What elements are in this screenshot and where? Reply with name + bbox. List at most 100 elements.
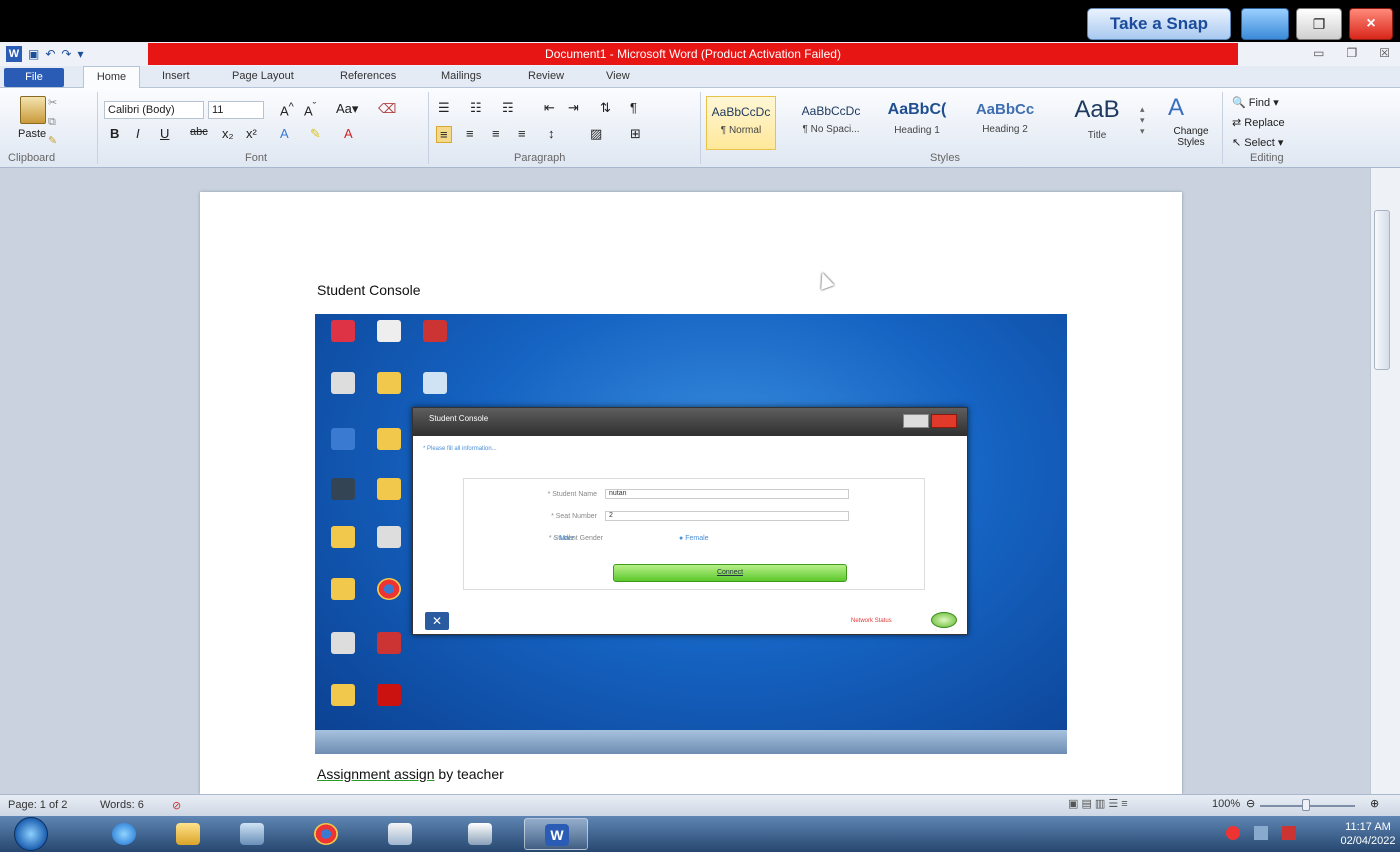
student-console-dialog[interactable]: Student Console * Please fill all inform… [412, 407, 968, 635]
sort-icon[interactable]: ⇅ [600, 100, 611, 116]
clear-formatting-icon[interactable]: ⌫ [378, 101, 396, 117]
word-restore-icon[interactable]: ❐ [1346, 46, 1357, 60]
word-minimize-icon[interactable]: ▭ [1313, 46, 1324, 60]
tab-file[interactable]: File [4, 68, 64, 87]
change-styles-icon[interactable]: A [1168, 94, 1184, 122]
paste-icon[interactable] [20, 96, 46, 124]
bullets-icon[interactable]: ☰ [438, 100, 450, 116]
start-button-icon[interactable] [14, 817, 48, 851]
paste-button[interactable]: Paste [18, 128, 46, 140]
student-name-input[interactable]: nutan [605, 489, 849, 499]
taskbar-clock[interactable]: 11:17 AM 02/04/2022 [1340, 820, 1396, 848]
change-case-icon[interactable]: Aa▾ [336, 101, 358, 117]
taskbar-chrome[interactable] [294, 818, 358, 850]
document-body-line[interactable]: Assignment assign by teacher [317, 766, 504, 782]
select-button[interactable]: ↖ Select ▾ [1232, 136, 1283, 149]
text-effects-icon[interactable]: A [280, 126, 289, 141]
taskbar-explorer[interactable] [156, 818, 220, 850]
tab-page-layout[interactable]: Page Layout [232, 70, 294, 82]
line-spacing-icon[interactable]: ↕ [548, 126, 555, 141]
ribbon-separator [428, 92, 429, 164]
clock-time: 11:17 AM [1345, 821, 1391, 833]
replace-button[interactable]: ⇄ Replace [1232, 116, 1285, 129]
network-icon[interactable] [1254, 826, 1268, 840]
graduate-icon [468, 823, 492, 845]
style-heading-2[interactable]: AaBbCc Heading 2 [970, 96, 1040, 150]
bold-icon[interactable]: B [110, 126, 119, 141]
borders-icon[interactable]: ⊞ [630, 126, 641, 142]
tab-review[interactable]: Review [528, 70, 564, 82]
tab-insert[interactable]: Insert [162, 70, 190, 82]
document-heading[interactable]: Student Console [317, 282, 421, 298]
align-center-icon[interactable]: ≡ [466, 126, 474, 141]
tab-references[interactable]: References [340, 70, 396, 82]
show-formatting-icon[interactable]: ¶ [630, 100, 637, 115]
zoom-slider-knob[interactable] [1302, 799, 1310, 811]
taskbar-ie[interactable] [92, 818, 156, 850]
take-snap-button[interactable]: Take a Snap [1087, 8, 1231, 40]
taskbar-student-app[interactable] [448, 818, 512, 850]
taskbar-word[interactable]: W [524, 818, 588, 850]
shading-icon[interactable]: ▨ [590, 126, 602, 142]
word-close-icon[interactable]: ☒ [1379, 46, 1390, 60]
taskbar-app[interactable] [368, 818, 432, 850]
vertical-scrollbar-thumb[interactable] [1374, 210, 1390, 370]
volume-icon[interactable] [1282, 826, 1296, 840]
tab-mailings[interactable]: Mailings [441, 70, 481, 82]
font-family-combo[interactable]: Calibri (Body) [104, 101, 204, 119]
font-color-icon[interactable]: A [344, 126, 353, 141]
increase-indent-icon[interactable]: ⇥ [568, 100, 579, 116]
shrink-font-icon[interactable]: Aˇ [304, 101, 316, 118]
zoom-level[interactable]: 100% [1212, 798, 1240, 810]
style-title[interactable]: AaB Title [1062, 96, 1132, 150]
gender-female-radio[interactable]: ● Female [679, 535, 709, 542]
highlight-icon[interactable]: ✎ [310, 126, 321, 142]
console-minimize-button[interactable] [903, 414, 929, 428]
cut-icon[interactable]: ✂ [48, 96, 57, 109]
tab-view[interactable]: View [606, 70, 630, 82]
proofing-icon[interactable]: ⊘ [172, 799, 181, 812]
tab-home[interactable]: Home [83, 66, 140, 89]
style-normal[interactable]: AaBbCcDc ¶ Normal [706, 96, 776, 150]
zoom-out-icon[interactable]: ⊖ [1246, 797, 1255, 810]
console-close-button[interactable] [931, 414, 957, 428]
style-no-spacing[interactable]: AaBbCcDc ¶ No Spaci... [796, 96, 866, 150]
connect-button[interactable]: Connect [613, 564, 847, 582]
undo-icon[interactable]: ↶ [45, 47, 55, 61]
overlay-restore-button[interactable]: ❐ [1296, 8, 1342, 40]
underline-icon[interactable]: U [160, 126, 169, 141]
numbering-icon[interactable]: ☷ [470, 100, 482, 116]
subscript-icon[interactable]: x₂ [222, 126, 234, 141]
style-heading-1[interactable]: AaBbC( Heading 1 [882, 96, 952, 150]
save-icon[interactable]: ▣ [28, 47, 39, 61]
multilevel-list-icon[interactable]: ☶ [502, 100, 514, 116]
seat-number-input[interactable]: 2 [605, 511, 849, 521]
format-painter-icon[interactable]: ✎ [48, 134, 57, 147]
grow-font-icon[interactable]: A^ [280, 101, 294, 118]
redo-icon[interactable]: ↷ [61, 47, 71, 61]
align-left-icon[interactable]: ≡ [436, 126, 452, 143]
gender-male-radio[interactable]: ○ Male [553, 535, 574, 542]
copy-icon[interactable]: ⧉ [48, 116, 56, 129]
zoom-in-icon[interactable]: ⊕ [1370, 797, 1379, 810]
qat-dropdown-icon[interactable]: ▾ [77, 47, 83, 61]
overlay-close-button[interactable]: × [1349, 8, 1393, 40]
font-size-combo[interactable]: 11 [208, 101, 264, 119]
tray-icon[interactable] [1226, 826, 1240, 840]
italic-icon[interactable]: I [136, 126, 140, 141]
view-buttons[interactable]: ▣ ▤ ▥ ☰ ≡ [1068, 797, 1128, 810]
overlay-minimize-button[interactable] [1241, 8, 1289, 40]
superscript-icon[interactable]: x² [246, 126, 257, 141]
align-right-icon[interactable]: ≡ [492, 126, 500, 141]
find-button[interactable]: 🔍 Find ▾ [1232, 96, 1279, 109]
justify-icon[interactable]: ≡ [518, 126, 526, 141]
page-count[interactable]: Page: 1 of 2 [8, 799, 67, 811]
change-styles-button[interactable]: Change Styles [1166, 126, 1216, 148]
taskbar-app[interactable] [220, 818, 284, 850]
word-count[interactable]: Words: 6 [100, 799, 144, 811]
chrome-icon [314, 823, 338, 845]
decrease-indent-icon[interactable]: ⇤ [544, 100, 555, 116]
styles-scroll-icon[interactable]: ▴ ▾ ▾ [1140, 104, 1145, 137]
console-tools-icon[interactable]: ✕ [425, 612, 449, 630]
strikethrough-icon[interactable]: abc [190, 126, 208, 138]
